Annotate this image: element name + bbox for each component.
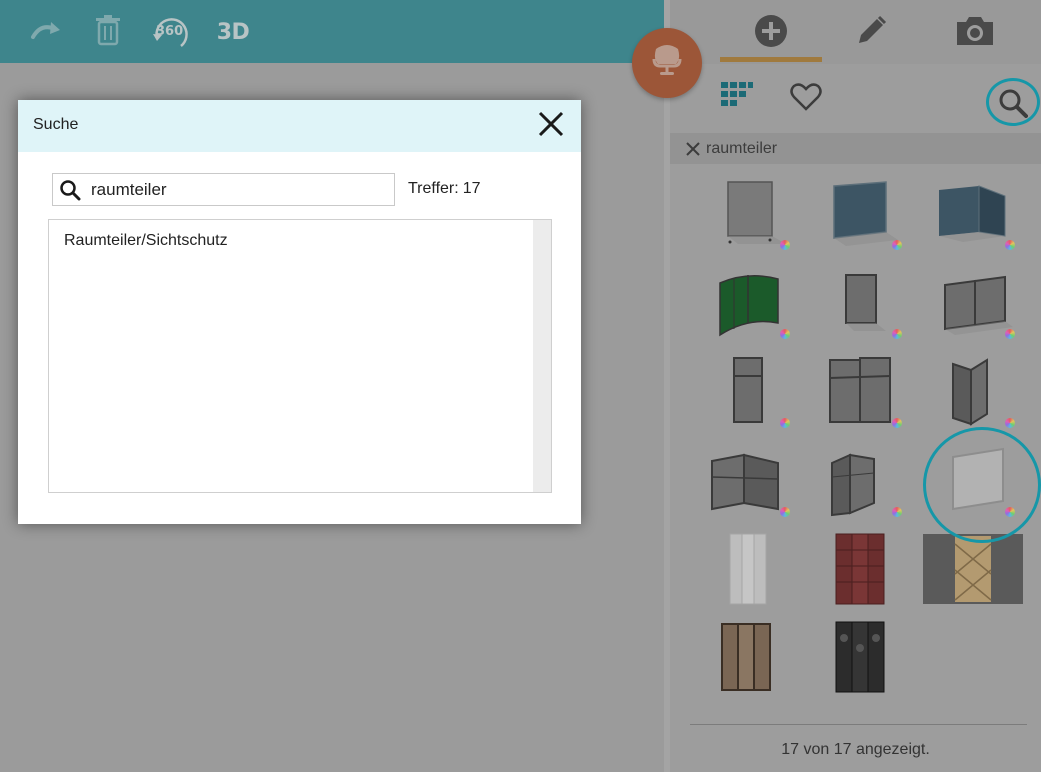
color-variants-icon[interactable] (1005, 240, 1015, 250)
product-tile-tall-single-screen[interactable] (698, 354, 798, 434)
color-variants-icon[interactable] (1005, 329, 1015, 339)
plus-circle-icon (754, 14, 788, 53)
result-item[interactable]: Raumteiler/Sichtschutz (49, 220, 533, 262)
trash-icon (95, 14, 121, 51)
product-tile-blue-panel-screen[interactable] (810, 176, 910, 256)
color-variants-icon[interactable] (892, 418, 902, 428)
results-box: Raumteiler/Sichtschutz (48, 219, 552, 493)
product-tile-wood-folding-screen[interactable] (698, 618, 798, 698)
product-tile-tall-double-screen[interactable] (810, 354, 910, 434)
color-variants-icon[interactable] (780, 507, 790, 517)
filter-label: raumteiler (706, 139, 778, 157)
product-tile-single-frame-screen[interactable] (810, 265, 910, 345)
product-tile-tall-angled-screen[interactable] (923, 354, 1023, 434)
product-tile-glass-screen[interactable] (923, 443, 1023, 523)
camera-icon (954, 14, 996, 53)
rotate-360-label: 360 (156, 24, 184, 39)
product-tile-red-lattice-screen[interactable] (810, 530, 910, 610)
search-icon (59, 179, 81, 201)
tab-photo[interactable] (950, 10, 1000, 56)
sidebar-tabs (670, 0, 1041, 64)
divider (690, 724, 1027, 725)
color-variants-icon[interactable] (1005, 507, 1015, 517)
product-tile-white-folding-screen[interactable] (698, 530, 798, 610)
product-thumbnail (721, 623, 771, 691)
dialog-title: Suche (33, 116, 79, 133)
rotate-360-icon: 360 (151, 12, 191, 52)
result-count-label: 17 von 17 angezeigt. (781, 741, 930, 758)
search-dialog: Suche Treffer: 17 Raumteiler/Sichtschutz (18, 100, 581, 524)
pencil-icon (853, 13, 889, 54)
close-button[interactable] (537, 111, 565, 142)
favorites-button[interactable] (786, 82, 826, 116)
product-thumbnail (835, 533, 885, 605)
redo-button[interactable] (26, 10, 66, 54)
tab-add[interactable] (720, 10, 822, 56)
dialog-header: Suche (18, 100, 581, 152)
tab-edit[interactable] (846, 10, 896, 56)
product-thumbnail (729, 533, 767, 605)
product-tile-folding-frame-screen[interactable] (810, 443, 910, 523)
hit-count-value: 17 (462, 180, 481, 197)
product-tile-grey-panel-screen[interactable] (698, 176, 798, 256)
view-3d-button[interactable]: 3D (210, 10, 256, 54)
product-thumbnail (835, 621, 885, 693)
chair-icon (649, 43, 685, 84)
color-variants-icon[interactable] (1005, 418, 1015, 428)
results-list: Raumteiler/Sichtschutz (49, 220, 533, 492)
view-3d-label: 3D (216, 19, 250, 45)
grid-view-button[interactable] (720, 81, 754, 117)
product-tile-black-ornament-screen[interactable] (810, 618, 910, 698)
color-variants-icon[interactable] (892, 240, 902, 250)
product-tile-blue-corner-screen[interactable] (923, 176, 1023, 256)
search-highlight-ring (986, 78, 1040, 126)
product-tile-green-curved-screen[interactable] (698, 265, 798, 345)
color-variants-icon[interactable] (892, 507, 902, 517)
product-grid (670, 170, 1041, 710)
active-filter-bar: raumteiler (670, 133, 1041, 164)
furniture-fab-button[interactable] (632, 28, 702, 98)
catalog-sidebar: raumteiler 17 von 17 angezeigt. (670, 0, 1041, 772)
grid-view-icon (721, 81, 753, 117)
color-variants-icon[interactable] (780, 329, 790, 339)
product-tile-double-frame-screen[interactable] (923, 265, 1023, 345)
rotate-360-button[interactable]: 360 (150, 10, 192, 54)
heart-icon (790, 82, 822, 116)
hit-count-label: Treffer: (408, 180, 459, 197)
search-field[interactable] (52, 173, 395, 206)
product-tile-wood-lattice-screen-photo[interactable] (923, 530, 1023, 610)
color-variants-icon[interactable] (780, 418, 790, 428)
results-scrollbar[interactable] (533, 220, 551, 492)
main-toolbar: 360 3D (0, 0, 664, 63)
redo-icon (29, 19, 63, 46)
product-tile-corner-frame-screen[interactable] (698, 443, 798, 523)
delete-button[interactable] (88, 10, 128, 54)
product-thumbnail (923, 534, 1023, 604)
search-input[interactable] (91, 178, 387, 202)
color-variants-icon[interactable] (892, 329, 902, 339)
color-variants-icon[interactable] (780, 240, 790, 250)
hit-count: Treffer: 17 (408, 180, 480, 198)
active-tab-indicator (720, 57, 822, 62)
close-icon[interactable] (682, 138, 704, 160)
close-icon (538, 111, 564, 142)
